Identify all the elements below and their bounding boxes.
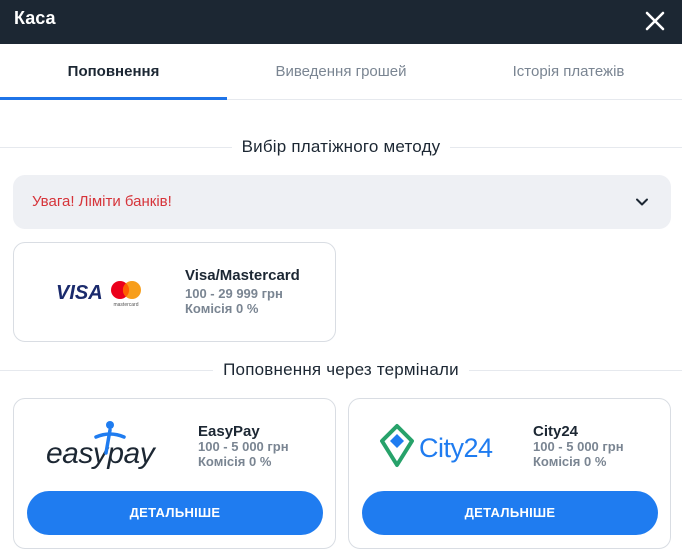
easypay-details-button[interactable]: ДЕТАЛЬНІШЕ xyxy=(27,491,323,535)
city24-logo-text: City24 xyxy=(419,433,493,463)
tab-bar: Поповнення Виведення грошей Історія плат… xyxy=(0,44,682,100)
payment-method-heading-text: Вибір платіжного методу xyxy=(231,135,451,159)
warning-text: Увага! Ліміти банків! xyxy=(32,193,172,210)
bank-limits-warning[interactable]: Увага! Ліміти банків! xyxy=(13,175,671,229)
tab-history[interactable]: Історія платежів xyxy=(455,44,682,100)
visa-logo-text: VISA xyxy=(56,282,103,304)
method-fee: Комісія 0 % xyxy=(185,301,259,316)
method-range: 100 - 29 999 грн xyxy=(185,286,283,301)
tab-deposit[interactable]: Поповнення xyxy=(0,44,227,100)
window-title: Каса xyxy=(14,8,56,28)
method-fee: Комісія 0 % xyxy=(533,454,607,469)
close-button[interactable] xyxy=(640,6,670,36)
terminals-heading: Поповнення через термінали xyxy=(0,358,682,382)
method-name: Visa/Mastercard xyxy=(185,267,300,284)
chevron-down-icon xyxy=(636,198,648,206)
city24-logo: City24 xyxy=(380,424,494,467)
tab-withdraw[interactable]: Виведення грошей xyxy=(227,44,455,100)
header: Каса xyxy=(0,0,682,44)
method-range: 100 - 5 000 грн xyxy=(198,439,289,454)
method-range: 100 - 5 000 грн xyxy=(533,439,624,454)
city24-card: City24 City24 100 - 5 000 грн Комісія 0 … xyxy=(348,398,671,549)
method-name: EasyPay xyxy=(198,423,260,440)
visa-mastercard-card[interactable]: VISA mastercard Visa/Mastercard 100 - 29… xyxy=(13,242,336,342)
easypay-card: easypay EasyPay 100 - 5 000 грн Комісія … xyxy=(13,398,336,549)
terminals-heading-text: Поповнення через термінали xyxy=(213,358,469,382)
easypay-logo-text: easypay xyxy=(46,437,157,470)
payment-method-heading: Вибір платіжного методу xyxy=(0,135,682,159)
close-icon xyxy=(645,11,665,31)
visa-mastercard-logo: VISA mastercard xyxy=(56,281,141,308)
method-fee: Комісія 0 % xyxy=(198,454,272,469)
mastercard-logo-text: mastercard xyxy=(113,302,138,308)
active-tab-indicator xyxy=(0,97,227,100)
city24-details-button[interactable]: ДЕТАЛЬНІШЕ xyxy=(362,491,658,535)
method-name: City24 xyxy=(533,423,579,440)
easypay-logo: easypay xyxy=(46,421,157,470)
